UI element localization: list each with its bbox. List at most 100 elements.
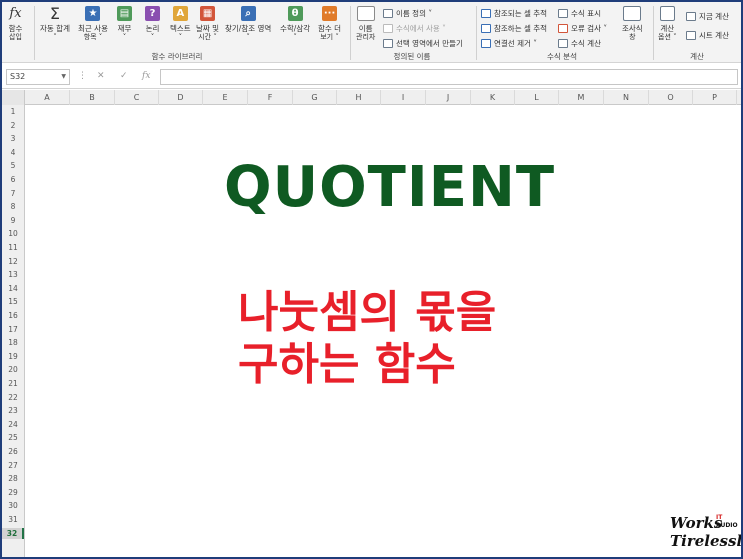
- logo-audio-text: AUDIO: [716, 522, 738, 529]
- text-functions-button[interactable]: A 텍스트 ˅: [170, 6, 191, 42]
- show-formulas-button[interactable]: 수식 표시: [558, 8, 601, 19]
- row-header[interactable]: 27: [2, 460, 24, 471]
- grid-icon: [383, 39, 393, 48]
- column-header[interactable]: L: [515, 90, 559, 105]
- trace-precedents-icon: [481, 9, 491, 18]
- name-manager-button[interactable]: 이름 관리자: [356, 6, 375, 42]
- logical-button[interactable]: ? 논리 ˅: [145, 6, 160, 42]
- calculator-icon: [659, 6, 675, 21]
- error-checking-button[interactable]: 오류 검사 ˅: [558, 23, 607, 34]
- calc-options-label: 계산: [660, 24, 675, 33]
- column-header[interactable]: N: [604, 90, 649, 105]
- chevron-down-icon[interactable]: ▼: [61, 70, 66, 84]
- autosum-label: 자동 합계: [40, 24, 70, 33]
- column-header[interactable]: O: [649, 90, 693, 105]
- recently-used-button[interactable]: ★ 최근 사용 항목 ˅: [78, 6, 108, 42]
- row-header[interactable]: 20: [2, 364, 24, 375]
- column-header[interactable]: F: [248, 90, 293, 105]
- row-header[interactable]: 15: [2, 296, 24, 307]
- insert-function-icon[interactable]: fx: [142, 71, 150, 81]
- row-header[interactable]: 2: [2, 120, 24, 131]
- column-header[interactable]: E: [203, 90, 248, 105]
- financial-label: 재무: [117, 24, 132, 33]
- financial-button[interactable]: ▤ 재무 ˅: [117, 6, 132, 42]
- column-header[interactable]: M: [559, 90, 604, 105]
- row-header[interactable]: 30: [2, 500, 24, 511]
- calculation-options-button[interactable]: 계산 옵션 ˅: [658, 6, 677, 42]
- define-name-button[interactable]: 이름 정의 ˅: [383, 8, 432, 19]
- name-manager-label: 이름: [358, 24, 373, 33]
- more-functions-button[interactable]: ··· 함수 더 보기 ˅: [318, 6, 341, 42]
- calculate-sheet-button[interactable]: 시트 계산: [686, 30, 729, 41]
- subtitle-line-1: 나눗셈의 몫을: [238, 287, 497, 338]
- row-header[interactable]: 24: [2, 419, 24, 430]
- row-header[interactable]: 19: [2, 351, 24, 362]
- row-header[interactable]: 32: [2, 527, 24, 539]
- math-trig-button[interactable]: θ 수학/삼각 ˅: [280, 6, 310, 42]
- row-header[interactable]: 12: [2, 256, 24, 267]
- use-in-formula-button[interactable]: 수식에서 사용 ˅: [383, 23, 446, 34]
- enter-icon[interactable]: ✓: [120, 71, 128, 81]
- calc-now-icon: [686, 12, 696, 21]
- row-header[interactable]: 23: [2, 405, 24, 416]
- row-header[interactable]: 5: [2, 160, 24, 171]
- row-header[interactable]: 26: [2, 446, 24, 457]
- create-from-selection-button[interactable]: 선택 영역에서 만들기: [383, 38, 463, 49]
- row-header[interactable]: 6: [2, 174, 24, 185]
- column-header[interactable]: A: [25, 90, 70, 105]
- quotient-title: QUOTIENT: [224, 155, 556, 220]
- date-time-button[interactable]: ▦ 날짜 및 시간 ˅: [196, 6, 219, 42]
- row-header[interactable]: 13: [2, 269, 24, 280]
- calc-sheet-label: 시트 계산: [699, 31, 729, 40]
- calculate-now-button[interactable]: 지금 계산: [686, 11, 729, 22]
- row-header[interactable]: 9: [2, 215, 24, 226]
- lookup-reference-button[interactable]: ⌕ 찾기/참조 영역 ˅: [225, 6, 271, 42]
- watch-window-button[interactable]: 조사식 창: [622, 6, 643, 42]
- column-header[interactable]: J: [426, 90, 471, 105]
- cancel-icon[interactable]: ✕: [97, 71, 105, 81]
- row-header[interactable]: 16: [2, 310, 24, 321]
- column-header[interactable]: I: [381, 90, 426, 105]
- column-header[interactable]: D: [159, 90, 203, 105]
- text-label: 텍스트: [170, 24, 191, 33]
- formula-bar: S32 ▼ ⋮ ✕ ✓ fx: [2, 64, 741, 89]
- row-header[interactable]: 21: [2, 378, 24, 389]
- trace-precedents-button[interactable]: 참조되는 셀 추적: [481, 8, 547, 19]
- logo-works-text: Works: [670, 514, 723, 532]
- row-header[interactable]: 8: [2, 201, 24, 212]
- remove-arrows-button[interactable]: 연결선 제거 ˅: [481, 38, 537, 49]
- column-header[interactable]: H: [337, 90, 381, 105]
- column-header[interactable]: P: [693, 90, 737, 105]
- trace-dependents-label: 참조하는 셀 추적: [494, 24, 548, 33]
- row-header[interactable]: 14: [2, 283, 24, 294]
- formula-input[interactable]: [160, 69, 738, 85]
- row-header[interactable]: 7: [2, 188, 24, 199]
- column-header[interactable]: G: [293, 90, 337, 105]
- evaluate-formula-button[interactable]: 수식 계산: [558, 38, 601, 49]
- column-header[interactable]: K: [471, 90, 515, 105]
- row-header[interactable]: 22: [2, 392, 24, 403]
- name-box[interactable]: S32 ▼: [6, 69, 70, 85]
- trace-dependents-button[interactable]: 참조하는 셀 추적: [481, 23, 547, 34]
- calculation-group-label: 계산: [690, 52, 704, 61]
- row-header[interactable]: 10: [2, 228, 24, 239]
- row-header[interactable]: 31: [2, 514, 24, 525]
- autosum-button[interactable]: Σ 자동 합계 ˅: [40, 6, 70, 42]
- row-header[interactable]: 17: [2, 324, 24, 335]
- row-header[interactable]: 3: [2, 133, 24, 144]
- row-header[interactable]: 28: [2, 473, 24, 484]
- row-header[interactable]: 11: [2, 242, 24, 253]
- column-header[interactable]: B: [70, 90, 115, 105]
- column-header[interactable]: C: [115, 90, 159, 105]
- name-manager-icon: [356, 6, 375, 21]
- insert-function-button[interactable]: fx 함수 삽입: [8, 6, 23, 42]
- select-all-corner[interactable]: [2, 90, 25, 105]
- row-header[interactable]: 18: [2, 337, 24, 348]
- row-header[interactable]: 1: [2, 106, 24, 117]
- row-header[interactable]: 25: [2, 432, 24, 443]
- function-library-group-label: 함수 라이브러리: [151, 52, 203, 61]
- row-header[interactable]: 29: [2, 487, 24, 498]
- more-dots-icon: ···: [322, 6, 338, 21]
- row-header[interactable]: 4: [2, 147, 24, 158]
- error-check-icon: [558, 24, 568, 33]
